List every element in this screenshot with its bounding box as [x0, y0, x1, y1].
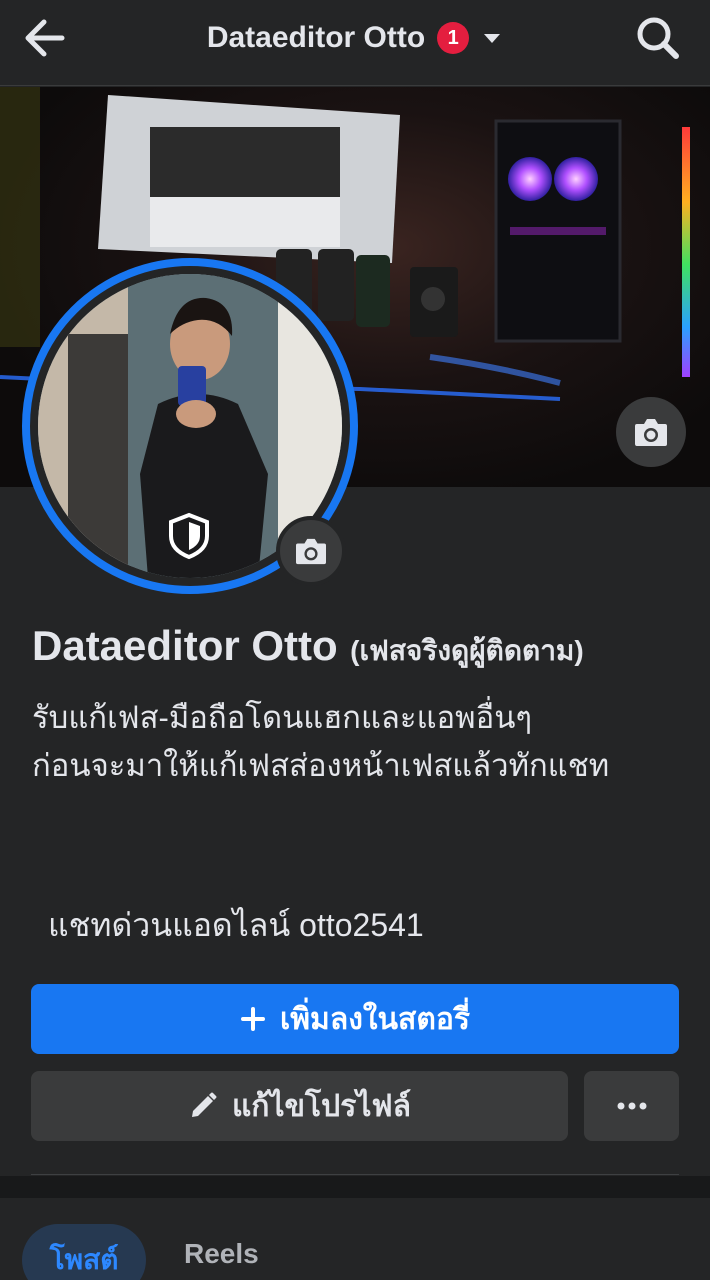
- plus-icon: [241, 1007, 266, 1031]
- tab-reels[interactable]: Reels: [184, 1238, 259, 1270]
- tab-reels-label: Reels: [184, 1238, 259, 1269]
- bio-line-1: รับแก้เฟส-มือถือโดนแฮกและแอพอื่นๆ: [32, 700, 533, 735]
- cover-camera-button[interactable]: [616, 397, 686, 467]
- profile-name-main: Dataeditor Otto: [32, 622, 338, 669]
- section-gap: [0, 1176, 710, 1198]
- bio-line-2: ก่อนจะมาให้แก้เฟสส่องหน้าเฟสแล้วทักแชท: [32, 748, 610, 783]
- search-icon: [637, 17, 679, 59]
- caret-down-icon: [484, 34, 501, 43]
- add-story-button[interactable]: เพิ่มลงในสตอรี่: [31, 984, 679, 1054]
- add-story-label: เพิ่มลงในสตอรี่: [280, 1002, 470, 1036]
- shield-icon: [169, 512, 209, 560]
- profile-tabs: โพสต์ Reels: [0, 1198, 710, 1280]
- camera-icon: [296, 538, 326, 565]
- avatar-camera-button[interactable]: [276, 516, 346, 586]
- profile-name-suffix: (เฟสจริงดูผู้ติดตาม): [350, 635, 584, 666]
- tab-posts-label: โพสต์: [49, 1244, 119, 1275]
- more-icon: [617, 1102, 646, 1110]
- top-bar: Dataeditor Otto 1: [0, 0, 710, 86]
- divider: [31, 1174, 679, 1175]
- profile-bio: รับแก้เฟส-มือถือโดนแฮกและแอพอื่นๆ ก่อนจะ…: [32, 694, 692, 790]
- search-button[interactable]: [634, 14, 682, 62]
- notification-badge: 1: [437, 22, 470, 54]
- profile-contact: แชทด่วนแอดไลน์ otto2541: [48, 907, 424, 943]
- profile-switcher[interactable]: Dataeditor Otto 1: [0, 18, 710, 58]
- camera-icon: [635, 419, 667, 446]
- page-title: Dataeditor Otto: [206, 21, 426, 54]
- profile-page: Dataeditor Otto 1 Dataeditor Otto (เฟสจร…: [0, 0, 710, 1280]
- tab-posts[interactable]: โพสต์: [22, 1224, 146, 1280]
- more-options-button[interactable]: [584, 1071, 679, 1141]
- profile-name: Dataeditor Otto (เฟสจริงดูผู้ติดตาม): [32, 622, 692, 673]
- edit-profile-label: แก้ไขโปรไฟล์: [231, 1089, 412, 1123]
- pencil-icon: [191, 1092, 217, 1117]
- edit-profile-button[interactable]: แก้ไขโปรไฟล์: [31, 1071, 568, 1141]
